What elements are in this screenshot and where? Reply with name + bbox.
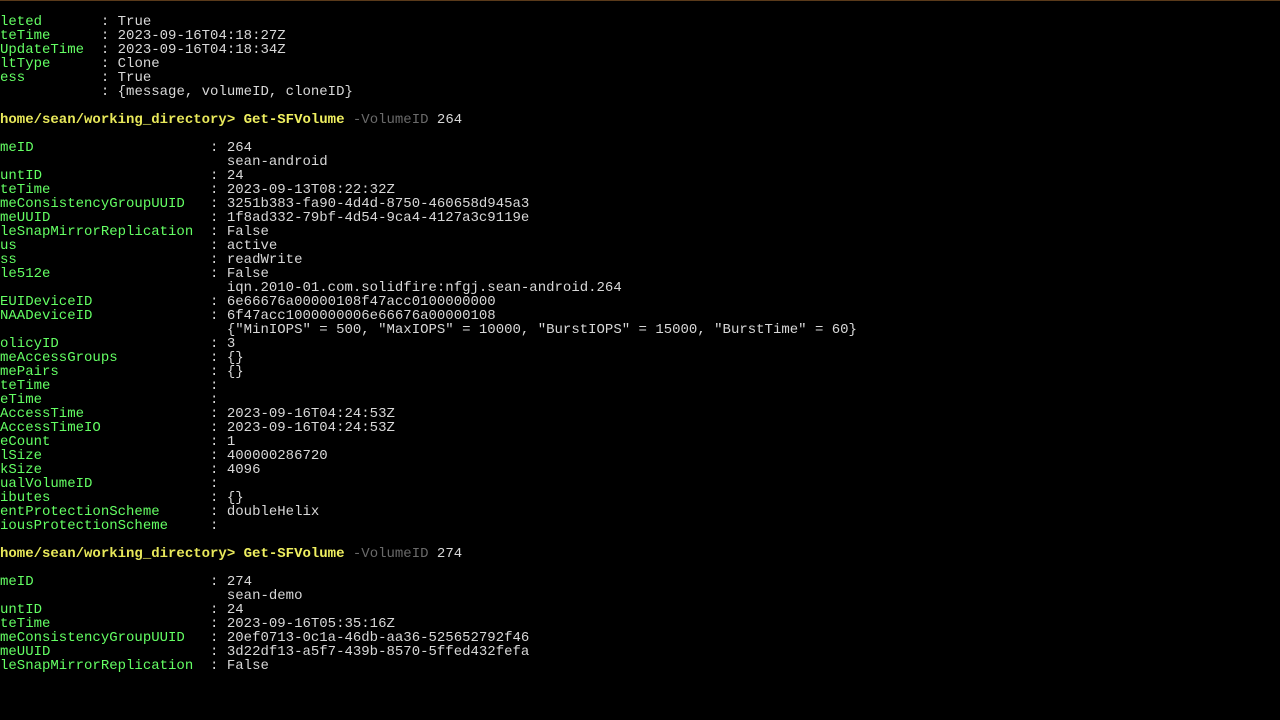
kv-row: UpdateTime : 2023-09-16T04:18:34Z bbox=[0, 43, 1280, 57]
kv-row: meID : 274 bbox=[0, 575, 1280, 589]
kv-row: untID : 24 bbox=[0, 603, 1280, 617]
kv-row: ess : True bbox=[0, 71, 1280, 85]
blank-line bbox=[0, 561, 1280, 575]
prompt-line[interactable]: home/sean/working_directory> Get-SFVolum… bbox=[0, 547, 1280, 561]
kv-row: meAccessGroups : {} bbox=[0, 351, 1280, 365]
output-block-1: leted : True teTime : 2023-09-16T04:18:2… bbox=[0, 15, 1280, 99]
kv-row: meUUID : 3d22df13-a5f7-439b-8570-5ffed43… bbox=[0, 645, 1280, 659]
kv-row: ibutes : {} bbox=[0, 491, 1280, 505]
kv-row: le512e : False bbox=[0, 267, 1280, 281]
kv-row: meConsistencyGroupUUID : 20ef0713-0c1a-4… bbox=[0, 631, 1280, 645]
kv-row: AccessTimeIO : 2023-09-16T04:24:53Z bbox=[0, 421, 1280, 435]
kv-row: AccessTime : 2023-09-16T04:24:53Z bbox=[0, 407, 1280, 421]
kv-row: lSize : 400000286720 bbox=[0, 449, 1280, 463]
kv-row: meConsistencyGroupUUID : 3251b383-fa90-4… bbox=[0, 197, 1280, 211]
kv-row: ss : readWrite bbox=[0, 253, 1280, 267]
blank-line bbox=[0, 127, 1280, 141]
kv-row: teTime : 2023-09-13T08:22:32Z bbox=[0, 183, 1280, 197]
kv-row: mePairs : {} bbox=[0, 365, 1280, 379]
kv-row: iqn.2010-01.com.solidfire:nfgj.sean-andr… bbox=[0, 281, 1280, 295]
kv-row: entProtectionScheme : doubleHelix bbox=[0, 505, 1280, 519]
kv-row: sean-android bbox=[0, 155, 1280, 169]
terminal[interactable]: leted : True teTime : 2023-09-16T04:18:2… bbox=[0, 0, 1280, 720]
kv-row: ualVolumeID : bbox=[0, 477, 1280, 491]
prompt-line[interactable]: home/sean/working_directory> Get-SFVolum… bbox=[0, 113, 1280, 127]
output-block-2: meID : 264 sean-android untID : 24 teTim… bbox=[0, 141, 1280, 533]
kv-row: leSnapMirrorReplication : False bbox=[0, 659, 1280, 673]
blank-line bbox=[0, 533, 1280, 547]
kv-row: : {message, volumeID, cloneID} bbox=[0, 85, 1280, 99]
kv-row: {"MinIOPS" = 500, "MaxIOPS" = 10000, "Bu… bbox=[0, 323, 1280, 337]
kv-row: teTime : bbox=[0, 379, 1280, 393]
kv-row: ltType : Clone bbox=[0, 57, 1280, 71]
kv-row: EUIDeviceID : 6e66676a00000108f47acc0100… bbox=[0, 295, 1280, 309]
kv-row: NAADeviceID : 6f47acc1000000006e66676a00… bbox=[0, 309, 1280, 323]
kv-row: teTime : 2023-09-16T04:18:27Z bbox=[0, 29, 1280, 43]
kv-row: meID : 264 bbox=[0, 141, 1280, 155]
kv-row: sean-demo bbox=[0, 589, 1280, 603]
kv-row: teTime : 2023-09-16T05:35:16Z bbox=[0, 617, 1280, 631]
kv-row: meUUID : 1f8ad332-79bf-4d54-9ca4-4127a3c… bbox=[0, 211, 1280, 225]
kv-row: leted : True bbox=[0, 15, 1280, 29]
kv-row: olicyID : 3 bbox=[0, 337, 1280, 351]
kv-row: eCount : 1 bbox=[0, 435, 1280, 449]
kv-row: kSize : 4096 bbox=[0, 463, 1280, 477]
kv-row: leSnapMirrorReplication : False bbox=[0, 225, 1280, 239]
kv-row: eTime : bbox=[0, 393, 1280, 407]
output-block-3: meID : 274 sean-demo untID : 24 teTime :… bbox=[0, 575, 1280, 673]
kv-row: iousProtectionScheme : bbox=[0, 519, 1280, 533]
kv-row: untID : 24 bbox=[0, 169, 1280, 183]
blank-line bbox=[0, 99, 1280, 113]
kv-row: us : active bbox=[0, 239, 1280, 253]
